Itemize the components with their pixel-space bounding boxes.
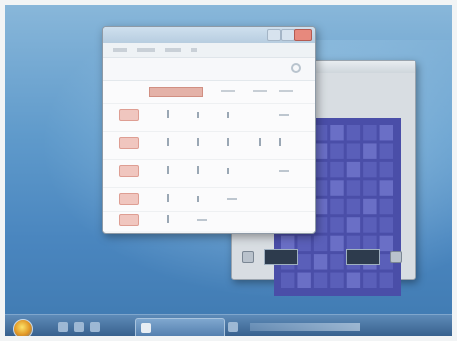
row-label — [119, 137, 139, 149]
table-cell — [197, 166, 205, 174]
toolbar — [103, 58, 315, 81]
column-header-highlight[interactable] — [149, 87, 203, 97]
grid-cell[interactable] — [346, 180, 361, 196]
table-cell — [227, 198, 237, 200]
grid-cell[interactable] — [330, 161, 344, 178]
table-cell — [227, 168, 234, 174]
column-header-dash — [253, 90, 267, 92]
grid-cell[interactable] — [346, 217, 361, 233]
table-cell — [197, 219, 207, 221]
minimize-icon[interactable] — [267, 29, 281, 41]
table-cell — [227, 112, 234, 118]
quick-launch-icon[interactable] — [74, 322, 84, 332]
grid-cell[interactable] — [346, 143, 361, 159]
grid-cell[interactable] — [297, 272, 311, 288]
lcd-display-right — [346, 249, 380, 265]
table-row[interactable] — [103, 103, 315, 124]
grid-cell[interactable] — [379, 272, 393, 288]
quick-launch-icon[interactable] — [90, 322, 100, 332]
grid-cell[interactable] — [379, 125, 393, 141]
back-window-status — [242, 246, 402, 268]
maximize-icon[interactable] — [281, 29, 295, 41]
grid-cell[interactable] — [346, 272, 361, 288]
grid-cell[interactable] — [313, 272, 328, 288]
table-cell — [279, 170, 289, 172]
grid-cell[interactable] — [281, 272, 295, 288]
table-row[interactable] — [103, 131, 315, 152]
grid-cell[interactable] — [363, 198, 377, 215]
table-row[interactable] — [103, 211, 315, 228]
table-cell — [259, 138, 267, 146]
row-label — [119, 214, 139, 226]
menu-item-3[interactable] — [165, 48, 181, 52]
grid-cell[interactable] — [379, 161, 393, 178]
column-header-dash — [221, 90, 235, 92]
table-row[interactable] — [103, 187, 315, 208]
table-cell — [167, 110, 175, 118]
table-cell — [197, 112, 204, 118]
row-label — [119, 193, 139, 205]
table — [103, 81, 315, 231]
menu-bar — [103, 43, 315, 58]
grid-cell[interactable] — [346, 198, 361, 215]
taskbar-app-icon[interactable] — [228, 322, 238, 332]
front-window[interactable] — [102, 26, 316, 234]
grid-cell[interactable] — [346, 161, 361, 178]
status-right-icon[interactable] — [390, 251, 402, 263]
front-window-titlebar[interactable] — [103, 27, 315, 43]
status-left-icon — [242, 251, 254, 263]
table-row[interactable] — [103, 159, 315, 180]
table-cell — [167, 194, 175, 202]
quick-launch-icon[interactable] — [58, 322, 68, 332]
table-cell — [167, 215, 175, 223]
grid-cell[interactable] — [363, 217, 377, 233]
gear-icon[interactable] — [291, 63, 301, 73]
table-cell — [279, 114, 289, 116]
grid-cell[interactable] — [330, 198, 344, 215]
grid-cell[interactable] — [363, 125, 377, 141]
menu-item-1[interactable] — [113, 48, 127, 52]
close-icon[interactable] — [294, 29, 312, 41]
grid-cell[interactable] — [363, 161, 377, 178]
grid-cell[interactable] — [363, 272, 377, 288]
grid-cell[interactable] — [363, 143, 377, 159]
taskbar — [0, 314, 457, 341]
table-cell — [279, 138, 287, 146]
grid-cell[interactable] — [330, 217, 344, 233]
grid-cell[interactable] — [379, 180, 393, 196]
column-header-dash — [279, 90, 293, 92]
windows-orb-icon[interactable] — [13, 319, 33, 339]
grid-cell[interactable] — [363, 180, 377, 196]
table-cell — [167, 138, 175, 146]
grid-cell[interactable] — [346, 125, 361, 141]
grid-cell[interactable] — [330, 272, 344, 288]
grid-cell[interactable] — [379, 217, 393, 233]
system-tray — [250, 323, 360, 331]
row-label — [119, 165, 139, 177]
table-cell — [197, 138, 205, 146]
grid-cell[interactable] — [330, 180, 344, 196]
menu-item-2[interactable] — [137, 48, 155, 52]
taskbar-button[interactable] — [135, 318, 225, 340]
row-label — [119, 109, 139, 121]
lcd-display-left — [264, 249, 298, 265]
table-cell — [197, 196, 204, 202]
app-icon — [141, 323, 151, 333]
grid-cell[interactable] — [379, 198, 393, 215]
menu-item-4[interactable] — [191, 48, 197, 52]
grid-cell[interactable] — [330, 125, 344, 141]
grid-cell[interactable] — [330, 143, 344, 159]
table-cell — [167, 166, 175, 174]
table-cell — [227, 138, 235, 146]
grid-cell[interactable] — [379, 143, 393, 159]
